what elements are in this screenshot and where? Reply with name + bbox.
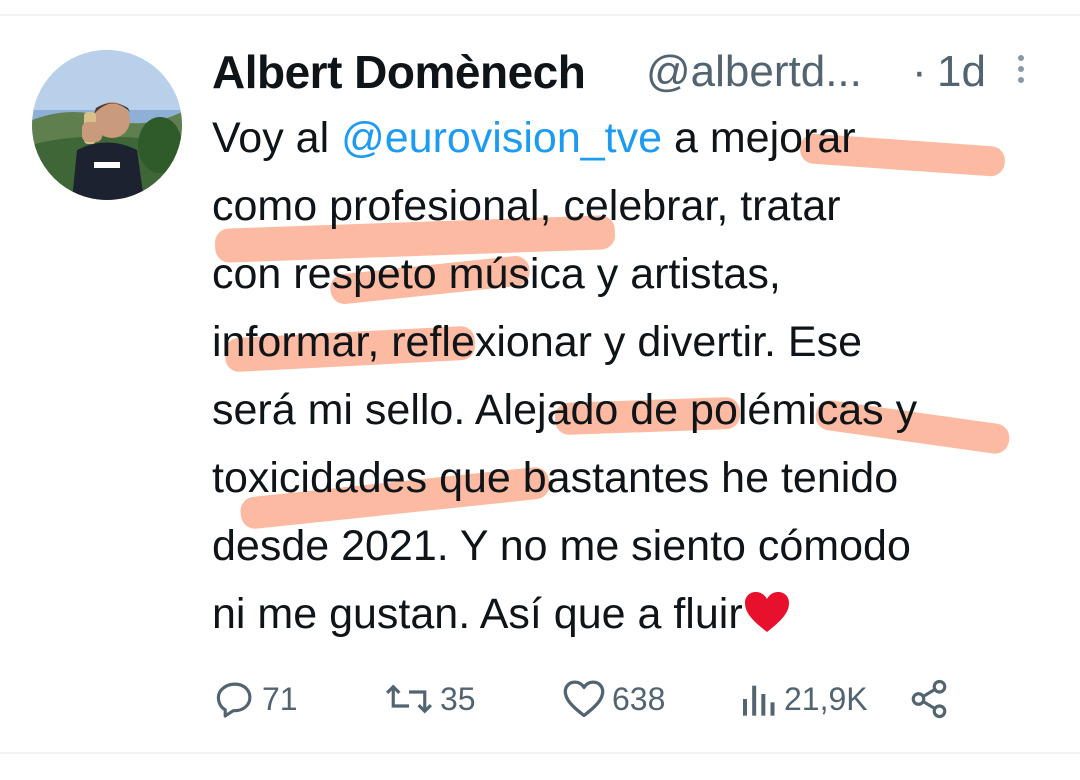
divider-bottom [0,752,1080,754]
mention-link[interactable]: @eurovision_tve [341,114,662,162]
divider-top [0,14,1080,16]
tweet-text-segment: Voy al [212,114,342,162]
author-handle[interactable]: @albertd... [646,42,862,102]
reply-icon [216,682,252,718]
tweet-line-4: informar, reflexionar y divertir. Ese [212,318,863,366]
retweet-count: 35 [440,680,476,717]
views-chart-icon [743,685,775,716]
tweet-text-segment: ni me gustan. Así que a fluir [212,590,743,638]
views-count: 21,9K [784,680,868,717]
reply-count: 71 [262,680,298,717]
tweet-text-segment: a mejorar [662,114,856,162]
avatar[interactable] [32,50,182,200]
retweet-icon [386,684,432,714]
tweet-line-8: ni me gustan. Así que a fluir [212,580,1052,648]
tweet-line-3: con respeto música y artistas, [212,250,781,298]
author-name[interactable]: Albert Domènech [212,42,586,102]
tweet-line-1: Voy al @eurovision_tve a mejorar [212,104,1052,172]
retweet-button[interactable]: 35 [384,674,476,724]
tweet-actions: 71 35 638 21,9K [214,674,974,724]
tweet-text: Voy al @eurovision_tve a mejorar como pr… [212,104,1052,648]
tweet-line-6: toxicidades que bastantes he tenido [212,454,899,502]
avatar-photo [32,50,182,200]
like-button[interactable]: 638 [562,674,665,724]
separator-dot: · [912,47,927,96]
share-button[interactable] [908,674,950,724]
tweet-line-2: como profesional, celebrar, tratar [212,182,841,230]
tweet-header: Albert Domènech @albertd... · 1d [212,42,1042,102]
tweet-time[interactable]: 1d [937,42,986,102]
share-icon [911,679,947,719]
like-heart-icon [563,680,605,718]
tweet-line-7: desde 2021. Y no me siento cómodo [212,522,911,570]
views-button[interactable]: 21,9K [738,674,868,724]
like-count: 638 [612,680,666,717]
tweet-line-5: será mi sello. Alejado de polémicas y [212,386,918,434]
reply-button[interactable]: 71 [214,674,298,724]
more-options-icon[interactable] [1014,52,1028,96]
red-heart-icon [744,592,789,632]
